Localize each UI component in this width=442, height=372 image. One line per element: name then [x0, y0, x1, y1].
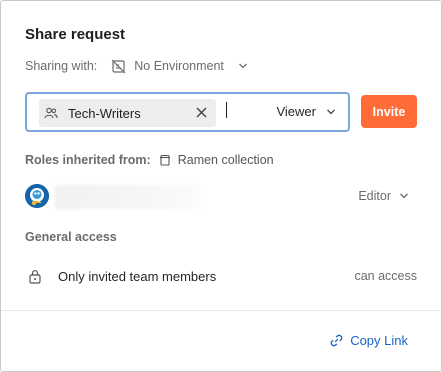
remove-chip-icon[interactable] — [196, 107, 207, 118]
no-environment-icon — [111, 59, 126, 73]
group-icon — [44, 106, 58, 120]
invite-input[interactable]: Tech-Writers Viewer — [25, 92, 350, 132]
sharing-label: Sharing with: — [25, 59, 98, 73]
collection-name: Ramen collection — [177, 153, 274, 167]
invitee-chip: Tech-Writers — [39, 99, 216, 127]
member-row: Editor — [25, 184, 417, 209]
dialog-title: Share request — [25, 26, 126, 43]
avatar — [25, 184, 49, 208]
invitee-chip-label: Tech-Writers — [68, 105, 141, 121]
roles-inherited-label: Roles inherited from: — [25, 153, 151, 167]
general-access-heading: General access — [25, 230, 117, 244]
invite-role-dropdown[interactable]: Viewer — [276, 104, 336, 119]
share-dialog: Share request Sharing with: No Environme… — [0, 0, 442, 372]
environment-selector[interactable]: No Environment — [111, 59, 224, 74]
member-role-dropdown[interactable]: Editor — [358, 189, 409, 203]
invite-role-label: Viewer — [276, 104, 316, 119]
chevron-down-icon — [327, 109, 335, 114]
general-access-row: Only invited team members can access — [25, 267, 417, 285]
member-role-label: Editor — [358, 189, 391, 203]
invite-button[interactable]: Invite — [361, 95, 417, 128]
text-cursor — [226, 102, 227, 118]
member-name — [55, 185, 200, 209]
chevron-down-icon — [400, 193, 408, 199]
copy-link-button[interactable]: Copy Link — [329, 333, 408, 348]
copy-link-label: Copy Link — [350, 333, 408, 348]
access-scope: Only invited team members — [58, 268, 217, 284]
link-icon — [330, 334, 343, 347]
inherited-collection[interactable]: Ramen collection — [159, 153, 274, 167]
access-permission: can access — [354, 269, 417, 283]
environment-name: No Environment — [134, 59, 224, 73]
lock-icon — [28, 269, 42, 284]
footer-divider — [1, 310, 441, 311]
sharing-row: Sharing with: No Environment — [25, 58, 248, 74]
chevron-down-icon[interactable] — [238, 61, 248, 71]
roles-inherited-row: Roles inherited from: Ramen collection — [25, 152, 274, 168]
collection-icon — [159, 154, 170, 166]
